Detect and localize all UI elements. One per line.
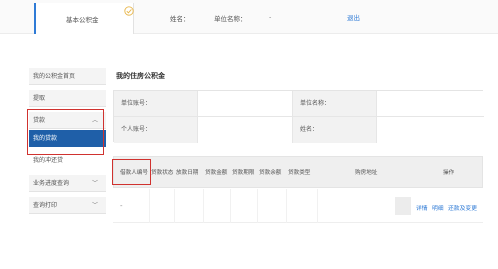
name-info-value — [377, 117, 484, 143]
top-bar: 基本公积金 姓名： 单位名称： - 退出 — [0, 0, 498, 34]
column-divider — [149, 189, 150, 223]
personal-account-value — [198, 117, 293, 143]
borrower-id-value: - — [120, 202, 123, 210]
unit-account-value — [198, 91, 293, 117]
page-title: 我的住房公积金 — [116, 72, 165, 80]
highlight-box-loan — [27, 109, 104, 155]
account-info-table: 单位账号： 单位名称： 个人账号： 姓名： — [113, 90, 484, 143]
sidebar-item-label: 查询打印 — [33, 202, 58, 209]
sidebar-item-label: 业务进度查询 — [33, 180, 70, 187]
sidebar-item-label: 提取 — [33, 95, 46, 102]
column-divider — [286, 189, 287, 223]
chevron-down-icon: ﹀ — [91, 202, 98, 209]
column-header: 贷款余额 — [259, 170, 282, 176]
logout-link[interactable]: 退出 — [347, 12, 360, 22]
system-tab-label: 基本公积金 — [66, 16, 99, 24]
column-header: 贷款金额 — [205, 170, 228, 176]
column-header: 贷款类型 — [288, 170, 311, 176]
column-header: 放款日期 — [176, 170, 199, 176]
statement-link[interactable]: 明细 — [432, 203, 444, 212]
column-header: 贷款期限 — [232, 170, 255, 176]
detail-link[interactable]: 详情 — [416, 203, 428, 212]
name-info-label: 姓名： — [293, 117, 377, 143]
sidebar-item-print[interactable]: 查询打印 ﹀ — [29, 197, 106, 214]
checkmark-icon — [124, 6, 134, 16]
column-divider — [317, 189, 318, 223]
highlight-box-borrower-id — [112, 159, 151, 185]
personal-account-label: 个人账号： — [114, 117, 198, 143]
column-header: 操作 — [443, 170, 455, 176]
user-name-label: 姓名： — [170, 15, 190, 23]
column-divider — [257, 189, 258, 223]
sidebar-item-home[interactable]: 我的公积金首页 — [29, 68, 106, 85]
repay-change-link[interactable]: 还款及变更 — [448, 203, 477, 212]
loan-table-header: 借款人编号 贷款状态 放款日期 贷款金额 贷款期限 贷款余额 贷款类型 购房地址… — [113, 156, 483, 188]
column-header: 购房地址 — [355, 170, 378, 176]
unit-name-label: 单位名称： — [214, 15, 247, 23]
unit-name-value: - — [269, 13, 272, 21]
column-header: 贷款状态 — [151, 170, 174, 176]
column-divider — [174, 189, 175, 223]
table-row: - 详情 明细 还款及变更 — [113, 189, 483, 223]
unit-name-info-label: 单位名称： — [293, 91, 377, 117]
sidebar-item-label: 我的冲还贷 — [33, 157, 64, 164]
unit-name-info-value — [377, 91, 484, 117]
sidebar-item-withdraw[interactable]: 提取 — [29, 90, 106, 107]
unit-account-label: 单位账号： — [114, 91, 198, 117]
column-divider — [230, 189, 231, 223]
sidebar-item-progress[interactable]: 业务进度查询 ﹀ — [29, 175, 106, 192]
chevron-down-icon: ﹀ — [91, 180, 98, 187]
sidebar-item-label: 我的公积金首页 — [33, 73, 76, 80]
redacted-block — [395, 197, 411, 215]
system-tab[interactable]: 基本公积金 — [34, 3, 134, 34]
column-divider — [203, 189, 204, 223]
